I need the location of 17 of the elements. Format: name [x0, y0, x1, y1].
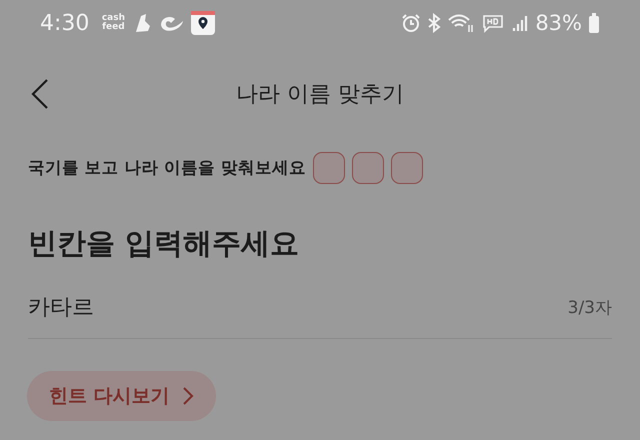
app-label: cash feed: [100, 14, 126, 32]
answer-field[interactable]: 카타르 3/3자: [28, 292, 612, 339]
status-time: 4:30: [40, 10, 90, 36]
hd-voice-icon: [481, 13, 506, 33]
chevron-right-icon: [182, 386, 194, 406]
alarm-icon: [401, 13, 422, 33]
page-title: 나라 이름 맞추기: [236, 81, 404, 109]
character-counter: 3/3자: [568, 296, 612, 318]
battery-icon: [588, 12, 600, 34]
section-heading: 빈칸을 입력해주세요: [27, 225, 300, 262]
back-icon[interactable]: [30, 78, 50, 110]
wifi-icon: [447, 13, 476, 33]
battery-percent: 83%: [535, 11, 582, 35]
bluetooth-icon: [427, 13, 442, 33]
instruction-text: 국기를 보고 나라 이름을 맞춰보세요: [28, 157, 306, 179]
signal-icon: [511, 13, 530, 33]
map-pin-icon: [191, 11, 216, 35]
